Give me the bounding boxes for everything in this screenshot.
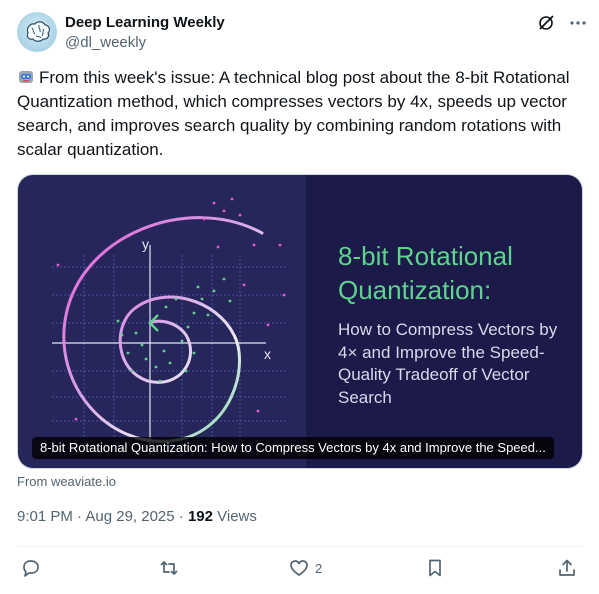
grok-icon[interactable]: [537, 14, 555, 32]
tweet-text: From this week's issue: A technical blog…: [17, 66, 577, 162]
share-icon: [559, 559, 575, 576]
header-icons: [537, 14, 587, 32]
card-caption[interactable]: 8-bit Rotational Quantization: How to Co…: [32, 437, 554, 459]
bookmark-icon: [429, 559, 441, 577]
more-icon[interactable]: [569, 14, 587, 32]
tweet-header: Deep Learning Weekly @dl_weekly: [17, 12, 587, 56]
views-count: 192: [187, 508, 213, 525]
rotation-illustration: y x: [52, 197, 288, 455]
link-source[interactable]: From weaviate.io: [17, 474, 116, 489]
brain-icon: [26, 21, 51, 42]
avatar[interactable]: [17, 12, 57, 52]
like-button[interactable]: 2: [289, 558, 322, 578]
tweet-meta: 9:01 PM · Aug 29, 2025 · 192 Views: [17, 508, 257, 525]
handle[interactable]: @dl_weekly: [65, 33, 225, 53]
card-text-panel: 8-bit Rotational Quantization: How to Co…: [306, 175, 582, 468]
display-name[interactable]: Deep Learning Weekly: [65, 13, 225, 32]
reply-icon: [23, 560, 39, 577]
repost-icon: [160, 561, 178, 575]
card-title: 8-bit Rotational Quantization:: [338, 241, 513, 305]
axis-x-label: x: [264, 346, 271, 362]
link-card[interactable]: y x 8-bit Rotational Quantization: How t…: [17, 174, 583, 469]
repost-button[interactable]: [159, 558, 185, 578]
share-button[interactable]: [557, 558, 577, 578]
bookmark-button[interactable]: [425, 558, 451, 578]
reply-button[interactable]: [21, 558, 47, 578]
card-subtitle: How to Compress Vectors by 4× and Improv…: [338, 320, 558, 407]
author-block: Deep Learning Weekly @dl_weekly: [65, 13, 225, 53]
tweet-body: From this week's issue: A technical blog…: [17, 68, 570, 159]
like-count: 2: [315, 560, 323, 576]
axis-y-label: y: [142, 236, 149, 252]
card-illustration: y x: [18, 175, 306, 468]
robot-emoji-icon: [17, 68, 35, 86]
timestamp[interactable]: 9:01 PM · Aug 29, 2025 ·: [17, 508, 188, 525]
views-label: Views: [212, 508, 257, 525]
action-bar: 2: [17, 558, 583, 582]
divider: [17, 546, 583, 547]
heart-icon: [290, 560, 308, 576]
